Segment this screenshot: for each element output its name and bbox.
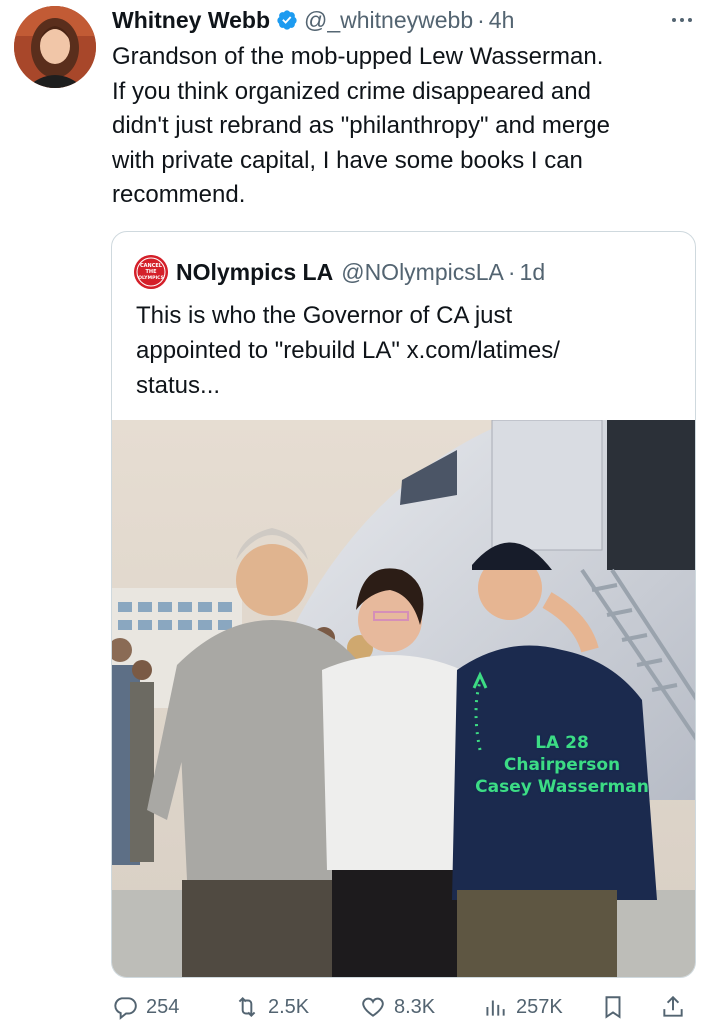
bookmark-button[interactable] bbox=[600, 992, 634, 1022]
bookmark-icon bbox=[605, 996, 621, 1019]
tweet-header: Whitney Webb @_whitneywebb · 4h bbox=[112, 4, 696, 36]
separator-dot: · bbox=[507, 258, 516, 285]
separator-dot: · bbox=[477, 6, 485, 33]
quoted-tweet-timestamp[interactable]: 1d bbox=[520, 259, 546, 286]
svg-text:THE: THE bbox=[145, 269, 157, 275]
avatar-portrait bbox=[14, 6, 96, 88]
share-button[interactable] bbox=[660, 992, 694, 1022]
verified-badge-icon bbox=[277, 10, 297, 30]
repost-icon bbox=[238, 996, 256, 1018]
views-button[interactable]: 257K bbox=[482, 992, 563, 1022]
like-count: 8.3K bbox=[394, 995, 436, 1018]
cancel-olympics-logo: CANCEL THE OLYMPICS bbox=[134, 255, 168, 289]
tweet[interactable]: Whitney Webb @_whitneywebb · 4h Grandson… bbox=[0, 0, 712, 1024]
photo-group-by-airplane bbox=[112, 420, 695, 977]
svg-text:OLYMPICS: OLYMPICS bbox=[138, 275, 164, 281]
heart-icon bbox=[362, 997, 384, 1017]
quoted-author-handle[interactable]: @NOlympicsLA bbox=[341, 259, 504, 286]
reply-count: 254 bbox=[146, 995, 180, 1018]
quoted-author-avatar[interactable]: CANCEL THE OLYMPICS bbox=[134, 255, 168, 289]
tweet-timestamp[interactable]: 4h bbox=[489, 7, 515, 34]
reply-button[interactable]: 254 bbox=[112, 992, 179, 1022]
like-button[interactable]: 8.3K bbox=[360, 992, 435, 1022]
share-icon bbox=[663, 995, 683, 1017]
quoted-tweet-text: This is who the Governor of CA just appo… bbox=[136, 302, 560, 399]
author-avatar[interactable] bbox=[14, 6, 96, 88]
repost-count: 2.5K bbox=[268, 995, 310, 1018]
quoted-tweet[interactable]: CANCEL THE OLYMPICS NOlympics LA @NOlymp… bbox=[111, 231, 696, 978]
quoted-tweet-header: CANCEL THE OLYMPICS NOlympics LA @NOlymp… bbox=[134, 255, 546, 289]
more-options-icon[interactable] bbox=[668, 8, 696, 32]
author-name[interactable]: Whitney Webb bbox=[112, 7, 270, 34]
photo-caption: LA 28 Chairperson Casey Wasserman bbox=[475, 733, 649, 797]
tweet-text: Grandson of the mob-upped Lew Wasserman.… bbox=[112, 43, 610, 208]
author-handle[interactable]: @_whitneywebb bbox=[304, 7, 473, 34]
repost-button[interactable]: 2.5K bbox=[234, 992, 309, 1022]
action-bar: 254 2.5K 8.3K 257K bbox=[112, 990, 692, 1024]
quoted-tweet-photo[interactable]: LA 28 Chairperson Casey Wasserman bbox=[112, 420, 695, 977]
quoted-author-name[interactable]: NOlympics LA bbox=[176, 259, 333, 286]
views-count: 257K bbox=[516, 995, 563, 1018]
reply-icon bbox=[114, 997, 137, 1020]
views-chart-icon bbox=[486, 1000, 505, 1016]
